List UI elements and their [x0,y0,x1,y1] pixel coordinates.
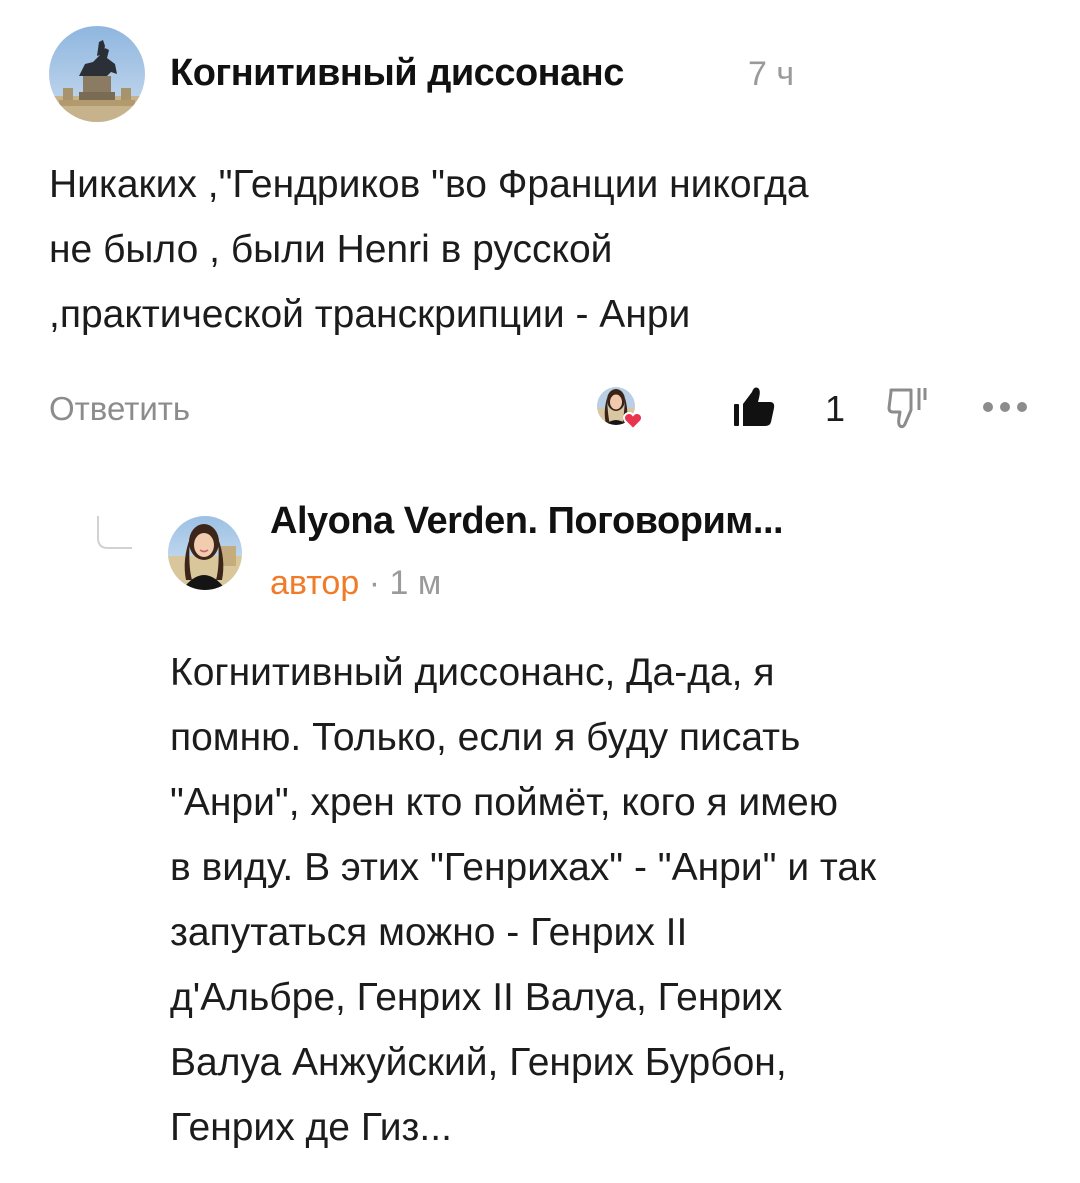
reply-text: Когнитивный диссонанс, Да-да, я помню. Т… [170,651,877,1149]
reply-meta: автор · 1 м [270,564,441,603]
liker-avatar-heart-icon [597,387,643,431]
commenter-avatar[interactable] [49,26,145,122]
reply-comment: Alyona Verden. Поговорим... автор · 1 м … [0,470,1080,1183]
reply-time: 1 м [389,564,442,602]
author-badge: автор [270,564,360,602]
more-dots-icon [983,402,1027,412]
comment-time: 7 ч [748,55,795,93]
meta-separator: · [368,564,381,602]
horse-statue-avatar-icon [49,26,145,122]
thumbs-up-icon [734,387,775,426]
reply-button[interactable]: Ответить [49,390,190,428]
thread-corner-icon [97,516,132,549]
woman-portrait-avatar-icon [168,516,242,590]
dislike-button[interactable] [885,382,933,430]
comment-actions: Ответить 1 [0,380,1080,440]
liker-avatar[interactable] [596,384,644,432]
thumbs-down-icon [887,388,927,429]
reply-author[interactable]: Alyona Verden. Поговорим... [270,500,784,543]
like-count: 1 [825,388,846,429]
comment-text: Никаких ,"Гендриков "во Франции никогда … [49,163,809,336]
comment-author[interactable]: Когнитивный диссонанс [170,52,624,95]
reply-author-avatar[interactable] [168,516,242,590]
like-button[interactable] [730,382,778,430]
comment: Когнитивный диссонанс 7 ч Никаких ,"Генд… [0,0,1080,470]
thread-connector [96,516,132,550]
more-button[interactable] [980,392,1030,422]
